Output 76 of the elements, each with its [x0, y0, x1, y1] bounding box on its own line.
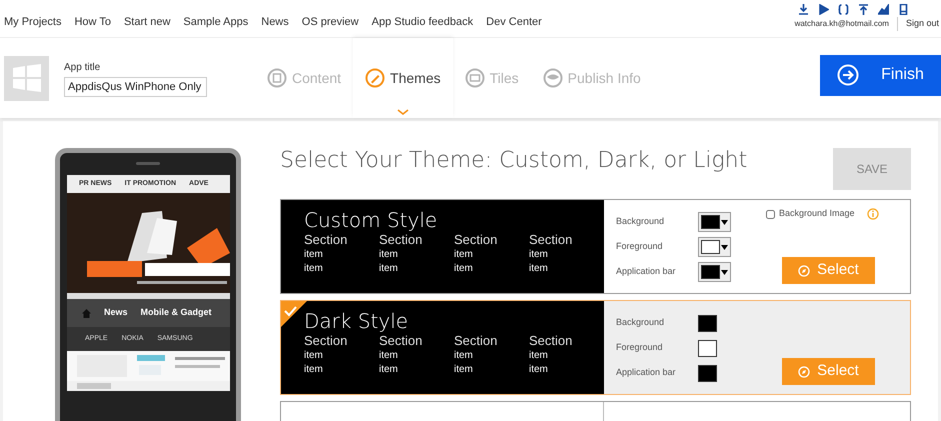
section-item: item: [379, 248, 399, 262]
phone-menu-item[interactable]: Mobile & Gadget: [140, 306, 212, 320]
theme-card[interactable]: Dark Style Section item item Section item item Section item item Section item item Background Foreground Application bar Select: [280, 300, 911, 395]
tile-icon: [464, 68, 485, 88]
caret-icon: [721, 220, 728, 224]
theme-title: Custom Style: [304, 208, 438, 232]
nav-link[interactable]: Start new: [124, 14, 170, 30]
section-heading: Section: [379, 232, 424, 248]
windows-icon: [12, 64, 40, 92]
section-item: item: [304, 349, 324, 363]
checkbox[interactable]: [766, 210, 775, 218]
caret-icon: [721, 270, 728, 274]
section-item: item: [454, 349, 474, 363]
section-item: item: [454, 262, 474, 276]
phone-menu-item[interactable]: News: [104, 306, 128, 320]
nav-link[interactable]: My Projects: [4, 14, 62, 30]
color-picker[interactable]: [698, 237, 731, 257]
upload-icon[interactable]: [858, 4, 869, 15]
section-item: item: [304, 248, 324, 262]
color-label: Foreground: [616, 240, 664, 254]
app-title-field[interactable]: AppdisQus WinPhone Only: [64, 76, 207, 96]
step-tab[interactable]: Themes: [353, 38, 453, 118]
nav-link[interactable]: Sample Apps: [183, 14, 248, 30]
section-item: item: [304, 363, 324, 377]
nav-link[interactable]: Dev Center: [486, 14, 542, 30]
color-picker[interactable]: [698, 262, 731, 282]
arrow-circle-icon: [837, 64, 860, 86]
user-email: watchara.kh@hotmail.com: [794, 18, 889, 30]
brush-icon: [365, 68, 386, 88]
section-item: item: [529, 248, 549, 262]
compass-icon: [798, 264, 810, 276]
caret-icon: [721, 244, 728, 250]
theme-title: Dark Style: [304, 309, 410, 333]
document-icon: [267, 68, 287, 88]
nav-link[interactable]: News: [261, 14, 289, 30]
compass-icon: [798, 366, 810, 378]
color-label: Application bar: [616, 265, 677, 278]
section-item: item: [529, 363, 549, 377]
color-label: Background: [616, 215, 666, 228]
section-item: item: [304, 262, 324, 276]
section-heading: Section: [454, 333, 498, 349]
download-icon[interactable]: [798, 4, 809, 15]
section-item: item: [529, 262, 549, 276]
chevron-icon: [396, 109, 409, 115]
section-item: item: [379, 363, 399, 377]
nav-link[interactable]: How To: [74, 14, 111, 30]
check-corner-icon: [281, 301, 307, 327]
section-item: item: [379, 262, 399, 276]
page-heading: Select Your Theme: Custom, Dark, or Light: [280, 147, 748, 175]
section-heading: Section: [304, 232, 348, 248]
phone-icon[interactable]: [898, 4, 909, 15]
field-label: App title: [64, 60, 102, 74]
section-item: item: [529, 349, 549, 363]
braces-icon[interactable]: [838, 4, 849, 15]
section-heading: Section: [379, 333, 424, 349]
section-heading: Section: [529, 232, 574, 248]
play-icon[interactable]: [818, 4, 829, 15]
section-heading: Section: [304, 333, 348, 349]
nav-link[interactable]: OS preview: [302, 14, 359, 30]
section-heading: Section: [454, 232, 498, 248]
color-label: Application bar: [616, 366, 677, 380]
finish-button[interactable]: Finish: [820, 54, 941, 96]
theme-card[interactable]: Custom Style Section item item Section item item Section item item Section item item Background Foreground Application bar Background Image Select: [280, 199, 911, 294]
nav-link[interactable]: App Studio feedback: [372, 14, 474, 30]
chart-icon[interactable]: [878, 4, 889, 15]
section-heading: Section: [529, 333, 574, 349]
section-item: item: [379, 349, 399, 363]
color-picker[interactable]: [698, 212, 731, 232]
color-label: Foreground: [616, 341, 664, 354]
checkbox-label: Background Image: [779, 207, 855, 220]
scrollbar[interactable]: [67, 381, 230, 391]
theme-card[interactable]: [280, 401, 911, 421]
color-label: Background: [616, 316, 666, 330]
section-item: item: [454, 248, 474, 262]
section-item: item: [454, 363, 474, 377]
sign-out-link[interactable]: Sign out: [896, 17, 939, 30]
